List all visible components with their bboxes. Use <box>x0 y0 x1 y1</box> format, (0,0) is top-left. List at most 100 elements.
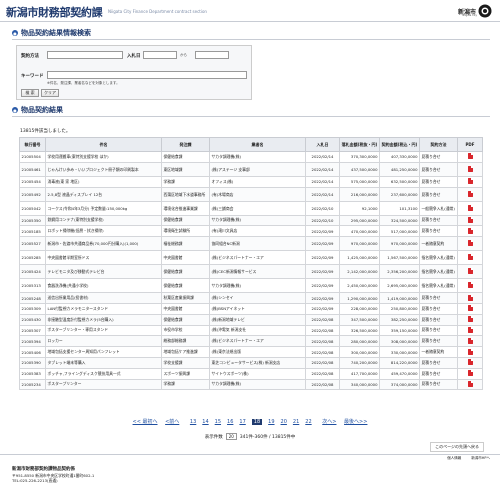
method-cell: 見積り合せ <box>419 367 458 380</box>
bid-date-cell: 2022/02/09 <box>305 236 340 252</box>
subject-link[interactable]: 2.5,8型 液晶ディスプレイ 12台 <box>45 186 162 202</box>
subject-link[interactable]: じゃんけい歩み・いいプロジェクト冊子類の印刷製本 <box>45 161 162 177</box>
pdf-icon[interactable] <box>467 316 473 323</box>
bid-amount-cell: 575,000,0000 <box>339 175 380 188</box>
footer-link-city-hp[interactable]: 新潟市HPへ <box>471 456 490 461</box>
pdf-icon[interactable] <box>467 380 473 387</box>
pdf-icon[interactable] <box>467 165 473 172</box>
subject-link[interactable]: 中央図書館半期室所ドス <box>45 250 162 266</box>
pdf-icon[interactable] <box>467 282 473 289</box>
exec-number-cell: 21005504 <box>19 151 46 163</box>
pdf-cell <box>457 186 483 202</box>
pager-page-link[interactable]: 21 <box>293 419 299 425</box>
method-cell: 一般競争入札(通常) <box>419 200 458 216</box>
subject-link[interactable]: テレビモニタ及び移動式テレビ台 <box>45 264 162 280</box>
pdf-icon[interactable] <box>467 190 473 197</box>
site-title[interactable]: 新潟市財務部契約課 <box>6 4 103 20</box>
exec-number-cell: 21005285 <box>19 250 46 266</box>
pager-page-link[interactable]: 18 <box>251 419 263 425</box>
search-button[interactable]: 検 索 <box>21 89 39 97</box>
per-page-select[interactable]: 20 <box>225 433 237 440</box>
pdf-icon[interactable] <box>467 178 473 185</box>
subject-link[interactable]: 地域包括支援センター周知用パンフレット <box>45 346 162 358</box>
keyword-input[interactable] <box>47 71 247 79</box>
subject-link[interactable]: 消毒液(東 家 地区) <box>45 175 162 188</box>
contract-method-select[interactable] <box>47 51 123 59</box>
department-cell: 環境化合推進事業課 <box>161 200 210 216</box>
pager-page-link[interactable]: 16 <box>227 419 233 425</box>
subject-link[interactable]: 鉄鋼用コンテナ(東特別支援学校) <box>45 214 162 227</box>
pager-prev-link[interactable]: <前へ <box>165 418 179 425</box>
subject-link[interactable]: ボッチャ,フライングディスク競技用具一式 <box>45 367 162 380</box>
pdf-icon[interactable] <box>467 305 473 312</box>
pdf-icon[interactable] <box>467 370 473 377</box>
pdf-icon[interactable] <box>467 240 473 247</box>
pager-next-link[interactable]: 次へ> <box>322 418 336 425</box>
bid-amount-cell: 437,500,0000 <box>339 161 380 177</box>
bid-amount-cell: 347,500,0000 <box>339 313 380 326</box>
subject-link[interactable]: 食器洗浄機(共通小学校) <box>45 278 162 294</box>
subject-link[interactable]: 新潟市・佐渡市共通商品券(70,000円分購入)(1,000) <box>45 236 162 252</box>
site-subtitle: Niigata City Finance Department contract… <box>108 9 207 14</box>
date-to-input[interactable] <box>195 51 229 59</box>
city-logo-icon[interactable] <box>478 4 492 18</box>
city-name-en: Niigata City <box>462 14 477 17</box>
bid-amount-cell: 740,200,0000 <box>339 356 380 369</box>
pdf-icon[interactable] <box>467 216 473 223</box>
column-header: 業者名 <box>209 137 306 152</box>
result-count: 13815件該当しました。 <box>20 129 71 134</box>
subject-link[interactable]: ロッカー <box>45 335 162 348</box>
pdf-icon[interactable] <box>467 254 473 261</box>
department-cell: 保健給食課 <box>161 151 210 163</box>
subject-link[interactable]: ポスターブリンター・専用スタンド <box>45 324 162 337</box>
bid-amount-cell: 216,000,0000 <box>339 186 380 202</box>
back-to-top-link[interactable]: このページの先頭へ戻る <box>430 442 484 452</box>
table-row: 21005285 中央図書館半期室所ドス 中央図書館 (株)ビジネスパートナー・エア 2… <box>19 250 483 266</box>
footer-link-privacy[interactable]: 個人情報 <box>447 456 461 461</box>
pdf-icon[interactable] <box>467 204 473 211</box>
pdf-icon[interactable] <box>467 348 473 355</box>
pdf-icon[interactable] <box>467 153 473 160</box>
subject-link[interactable]: タブレット端末等購入 <box>45 356 162 369</box>
pager-page-link[interactable]: 22 <box>305 419 311 425</box>
pager-page-link[interactable]: 14 <box>202 419 208 425</box>
pdf-icon[interactable] <box>467 227 473 234</box>
subject-link[interactable]: コークス(令和4年3月分) 予定数量:150,000kg <box>45 200 162 216</box>
bid-date-cell: 2022/02/08 <box>305 313 340 326</box>
bid-amount-cell: 417,700,0000 <box>339 367 380 380</box>
pager-first-link[interactable]: << 最初へ <box>133 418 158 425</box>
pdf-icon[interactable] <box>467 268 473 275</box>
pager-page-link[interactable]: 20 <box>281 419 287 425</box>
department-cell: スポーツ振興課 <box>161 367 210 380</box>
subject-link[interactable]: ロボット掃除機(低層・拭き掃除) <box>45 225 162 238</box>
subject-link[interactable]: 非接触型温度計付監視カメラ(5台購入) <box>45 313 162 326</box>
department-cell: 総務部総務課 <box>161 335 210 348</box>
bid-date-cell: 2022/02/14 <box>305 186 340 202</box>
bid-amount-cell: 295,000,0000 <box>339 214 380 227</box>
pager-page-link[interactable]: 19 <box>268 419 274 425</box>
pdf-icon[interactable] <box>467 337 473 344</box>
pager-page-link[interactable]: 13 <box>190 419 196 425</box>
subject-link[interactable]: ポスタープリンター <box>45 378 162 391</box>
table-row: 21005185 ロボット掃除機(低層・拭き掃除) 環境衛生試験所 (有)滝川文具店 2… <box>19 225 483 238</box>
pdf-icon[interactable] <box>467 359 473 366</box>
table-row: 21005454 消毒液(東 家 地区) 学務課 オフィス(株) 2022/02/14 5… <box>19 175 483 188</box>
subject-link[interactable]: 学校用運搬車(東特別支援学校 ほか) <box>45 151 162 163</box>
pager-last-link[interactable]: 最後へ>> <box>344 418 367 425</box>
subject-link[interactable]: LAN付監視カメラモニタースタンド <box>45 302 162 315</box>
exec-number-cell: 21005350 <box>19 214 46 227</box>
pager-page-link[interactable]: 15 <box>215 419 221 425</box>
footer-tel: TEL:025-226-2213(直通) <box>12 478 58 483</box>
bid-date-cell: 2022/02/08 <box>305 324 340 337</box>
vendor-cell: (株)アステージ 支事部 <box>209 161 306 177</box>
clear-button[interactable]: クリア <box>41 89 59 97</box>
vendor-cell: 東芝コンピュータサービス(株) 新潟支店 <box>209 356 306 369</box>
pdf-icon[interactable] <box>467 326 473 333</box>
date-from-input[interactable] <box>143 51 177 59</box>
subject-link[interactable]: 送信出所業用品(投書材) <box>45 292 162 304</box>
pager-page-link[interactable]: 17 <box>239 419 245 425</box>
bid-date-cell: 2022/02/09 <box>305 225 340 238</box>
vendor-cell: オフィス(株) <box>209 175 306 188</box>
exec-number-cell: 21005042 <box>19 200 46 216</box>
pdf-icon[interactable] <box>467 294 473 301</box>
